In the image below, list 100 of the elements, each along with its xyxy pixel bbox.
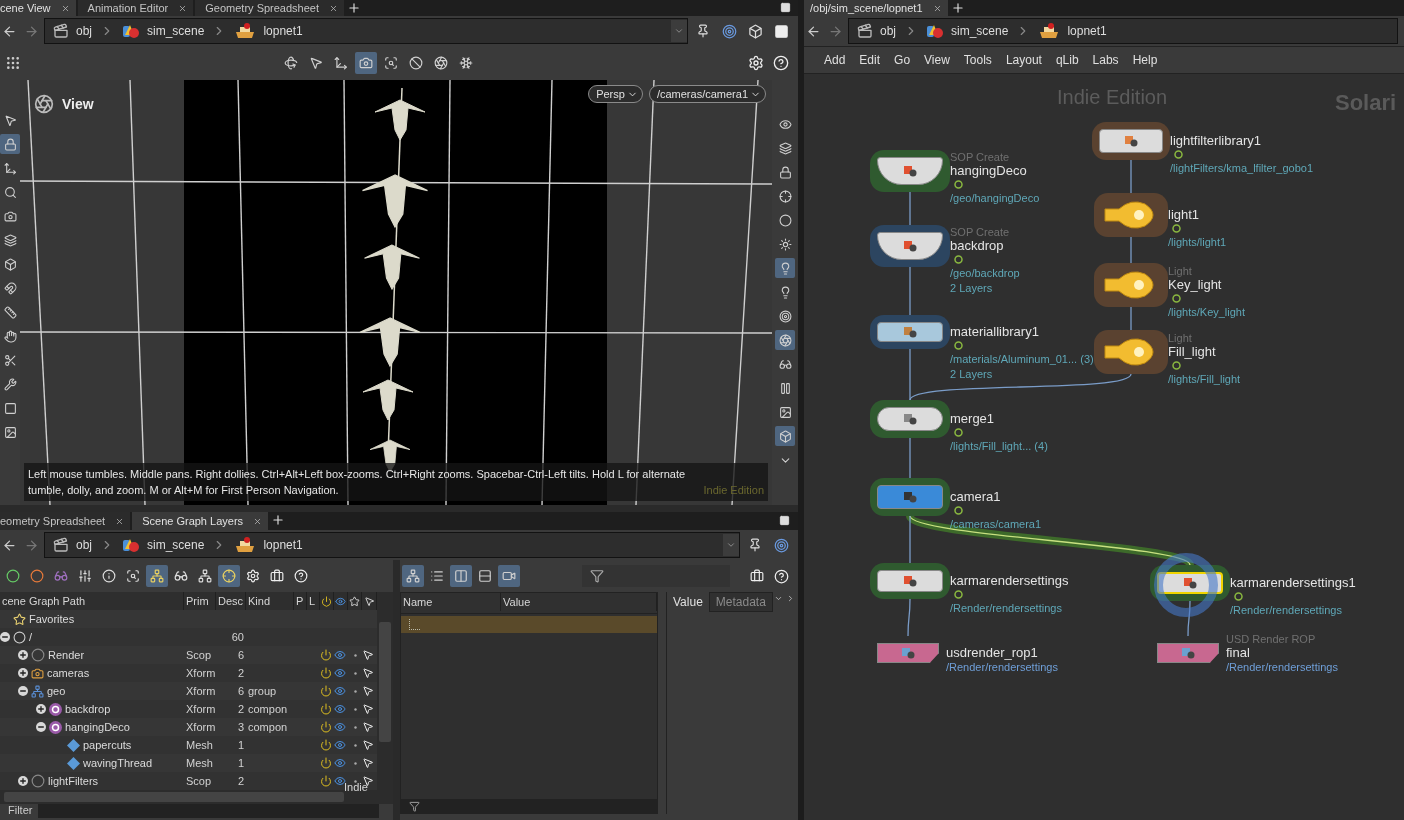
node-info: /lights/light1 [1168, 235, 1227, 250]
table-cell-text: compon [247, 703, 289, 715]
tab[interactable]: Geometry Spreadsheet [195, 0, 344, 16]
watermark: Indie Edition [703, 483, 764, 498]
tab[interactable]: Scene Graph Layers [132, 512, 269, 530]
node-info: /materials/Aluminum_01... (3) [950, 352, 1094, 367]
node-info: 2 Layers [950, 281, 994, 296]
camera-menu[interactable]: /cameras/camera1 [648, 85, 766, 103]
table-cell-text: 2 [236, 703, 245, 715]
menu-item[interactable]: qLib [1049, 49, 1085, 71]
table-cell-text: Xform [185, 685, 216, 697]
filter-label: Filter [8, 804, 33, 816]
tree-item[interactable]: cameras [47, 667, 90, 679]
tree-item[interactable]: wavingThread [83, 757, 153, 769]
path-field[interactable]: obj sim_scene lopnet1 [848, 18, 1398, 44]
hint-text: Left mouse tumbles. Middle pans. Right dollies. Ctrl+Alt+Left box-zooms. Ctrl+Right zooms. Spacebar-Ctrl-Left tilts. Hold L for alternate tumble, dolly, and zoom. M or Alt+M for First Person Navigation. [28, 467, 687, 498]
table-cell-text: 6 [236, 649, 245, 661]
node-info: /lights/Fill_light... (4) [950, 439, 1048, 454]
menu-item[interactable]: Add [818, 49, 852, 71]
table-cell-text: 1 [236, 739, 245, 751]
column-header[interactable]: Value [501, 593, 657, 611]
tree-item[interactable]: Favorites [29, 613, 75, 625]
path-crumb[interactable]: sim_scene [114, 534, 213, 556]
menu-item[interactable]: Tools [957, 49, 998, 71]
node-info: /Render/rendersettings [1230, 603, 1343, 618]
node-name[interactable]: usdrender_rop1 [946, 645, 1058, 660]
node-name[interactable]: final [1226, 645, 1338, 660]
path-field[interactable]: obj sim_scene lopnet1 [44, 532, 740, 558]
node-info: /lights/Fill_light [1168, 372, 1241, 387]
node-name[interactable]: karmarendersettings [950, 573, 1069, 588]
table-cell-text: Xform [185, 667, 216, 679]
menu-item[interactable]: Go [888, 49, 917, 71]
node-name[interactable]: light1 [1168, 207, 1227, 222]
node-name[interactable]: karmarendersettings1 [1230, 575, 1356, 590]
menu-item[interactable]: Edit [853, 49, 887, 71]
menu-item[interactable]: Layout [999, 49, 1048, 71]
tree-item[interactable]: lightFilters [48, 775, 99, 787]
path-crumb[interactable]: lopnet1 [226, 534, 311, 556]
tree-item[interactable]: papercuts [83, 739, 132, 751]
table-cell-text: 1 [236, 757, 245, 769]
node-name[interactable]: backdrop [950, 238, 1020, 253]
path-crumb[interactable]: obj [849, 20, 904, 42]
node-name[interactable]: camera1 [950, 489, 1042, 504]
node-info: /lightFilters/kma_lfilter_gobo1 [1170, 161, 1314, 176]
path-field[interactable]: obj sim_scene lopnet1 [44, 18, 688, 44]
node-name[interactable]: lightfilterlibrary1 [1170, 133, 1314, 148]
table-cell-text: 3 [236, 721, 245, 733]
tree-item[interactable]: geo [47, 685, 66, 697]
table-cell-text: 2 [236, 667, 245, 679]
table-cell-text: 2 [236, 775, 245, 787]
node-name[interactable]: Key_light [1168, 277, 1246, 292]
path-crumb[interactable]: lopnet1 [226, 20, 311, 42]
tree-item[interactable]: / [29, 631, 33, 643]
node-info: /Render/rendersettings [1226, 660, 1338, 675]
path-crumb[interactable]: obj [45, 20, 100, 42]
tab[interactable]: eometry Spreadsheet [0, 512, 131, 530]
node-type-label: SOP Create [950, 226, 1011, 238]
table-cell-text: 6 [236, 685, 245, 697]
table-cell-text: Xform [185, 721, 216, 733]
tree-item[interactable]: backdrop [65, 703, 111, 715]
node-type-label: USD Render ROP [1226, 633, 1317, 645]
path-crumb[interactable]: obj [45, 534, 100, 556]
tab[interactable]: /obj/sim_scene/lopnet1 [804, 0, 948, 16]
table-cell-text: compon [247, 721, 289, 733]
menu-item[interactable]: Labs [1086, 49, 1125, 71]
tab[interactable]: cene View [0, 0, 76, 16]
table-cell-text: Scop [185, 649, 213, 661]
table-cell-text: Mesh [185, 739, 214, 751]
table-cell-text: group [247, 685, 278, 697]
table-cell-text: 60 [230, 631, 245, 643]
node-info: /Render/rendersettings [950, 601, 1063, 616]
node-type-label: Light [1168, 265, 1193, 277]
path-crumb[interactable]: sim_scene [114, 20, 213, 42]
tree-item[interactable]: Render [48, 649, 85, 661]
menu-item[interactable]: Help [1126, 49, 1164, 71]
table-cell-text: Xform [185, 703, 216, 715]
node-type-label: Light [1168, 332, 1193, 344]
tab[interactable]: Metadata [708, 592, 773, 612]
column-header[interactable]: Name [401, 593, 501, 611]
tab[interactable]: Animation Editor [77, 0, 194, 16]
view-label: View [62, 96, 94, 112]
camera-menu[interactable]: Persp [588, 85, 643, 103]
node-name[interactable]: merge1 [950, 411, 1048, 426]
menu-item[interactable]: View [918, 49, 956, 71]
node-info: /lights/Key_light [1168, 305, 1246, 320]
path-crumb[interactable]: lopnet1 [1030, 20, 1115, 42]
table-cell-text: Scop [185, 775, 213, 787]
node-info: /Render/rendersettings [946, 660, 1058, 675]
node-info: /geo/backdrop [950, 266, 1020, 281]
node-name[interactable]: materiallibrary1 [950, 324, 1094, 339]
tree-item[interactable]: hangingDeco [65, 721, 130, 733]
node-info: /geo/hangingDeco [950, 191, 1040, 206]
node-type-label: SOP Create [950, 151, 1011, 163]
node-name[interactable]: Fill_light [1168, 344, 1241, 359]
node-info: 2 Layers [950, 367, 994, 382]
node-name[interactable]: hangingDeco [950, 163, 1040, 178]
table-cell-text: Mesh [185, 757, 214, 769]
path-crumb[interactable]: sim_scene [918, 20, 1017, 42]
watermark: Indie [344, 781, 368, 793]
node-info: /cameras/camera1 [950, 517, 1042, 532]
